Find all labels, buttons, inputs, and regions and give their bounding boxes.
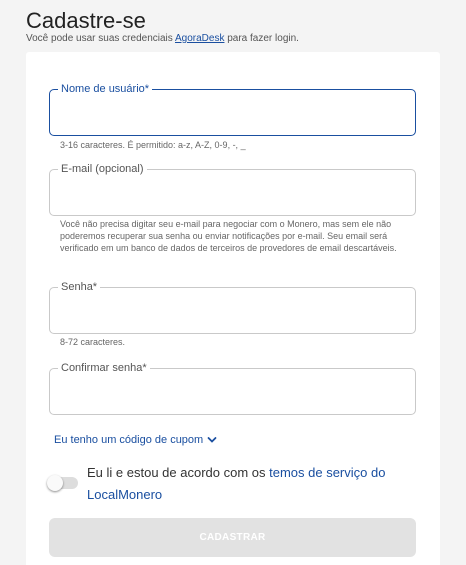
password-help: 8-72 caracteres. — [60, 337, 126, 347]
username-input[interactable] — [50, 90, 415, 135]
page-subtitle: Você pode usar suas credenciais AgoraDes… — [26, 33, 299, 44]
confirm-password-input[interactable] — [50, 369, 415, 414]
page-title: Cadastre-se — [26, 8, 146, 33]
confirm-password-field[interactable]: Confirmar senha* — [49, 362, 416, 415]
username-field[interactable]: Nome de usuário* — [49, 83, 416, 136]
email-field[interactable]: E-mail (opcional) — [49, 163, 416, 216]
signup-button[interactable]: CADASTRAR — [49, 518, 416, 557]
coupon-code-label: Eu tenho um código de cupom — [54, 434, 204, 446]
terms-toggle[interactable] — [47, 475, 78, 491]
toggle-knob — [47, 475, 63, 491]
password-input[interactable] — [50, 288, 415, 333]
signup-card: Nome de usuário* 3-16 caracteres. É perm… — [26, 52, 440, 565]
coupon-code-toggle[interactable]: Eu tenho um código de cupom — [54, 434, 218, 446]
email-input[interactable] — [50, 170, 415, 215]
username-help: 3-16 caracteres. É permitido: a-z, A-Z, … — [60, 140, 246, 150]
password-field[interactable]: Senha* — [49, 281, 416, 334]
subtitle-text-before: Você pode usar suas credenciais — [26, 33, 175, 44]
chevron-down-icon — [207, 437, 217, 443]
agoradesk-link[interactable]: AgoraDesk — [175, 33, 224, 44]
terms-text: Eu li e estou de acordo com os temos de … — [87, 462, 417, 506]
email-help: Você não precisa digitar seu e-mail para… — [60, 219, 397, 253]
terms-text-before: Eu li e estou de acordo com os — [87, 465, 270, 480]
subtitle-text-after: para fazer login. — [224, 33, 299, 44]
